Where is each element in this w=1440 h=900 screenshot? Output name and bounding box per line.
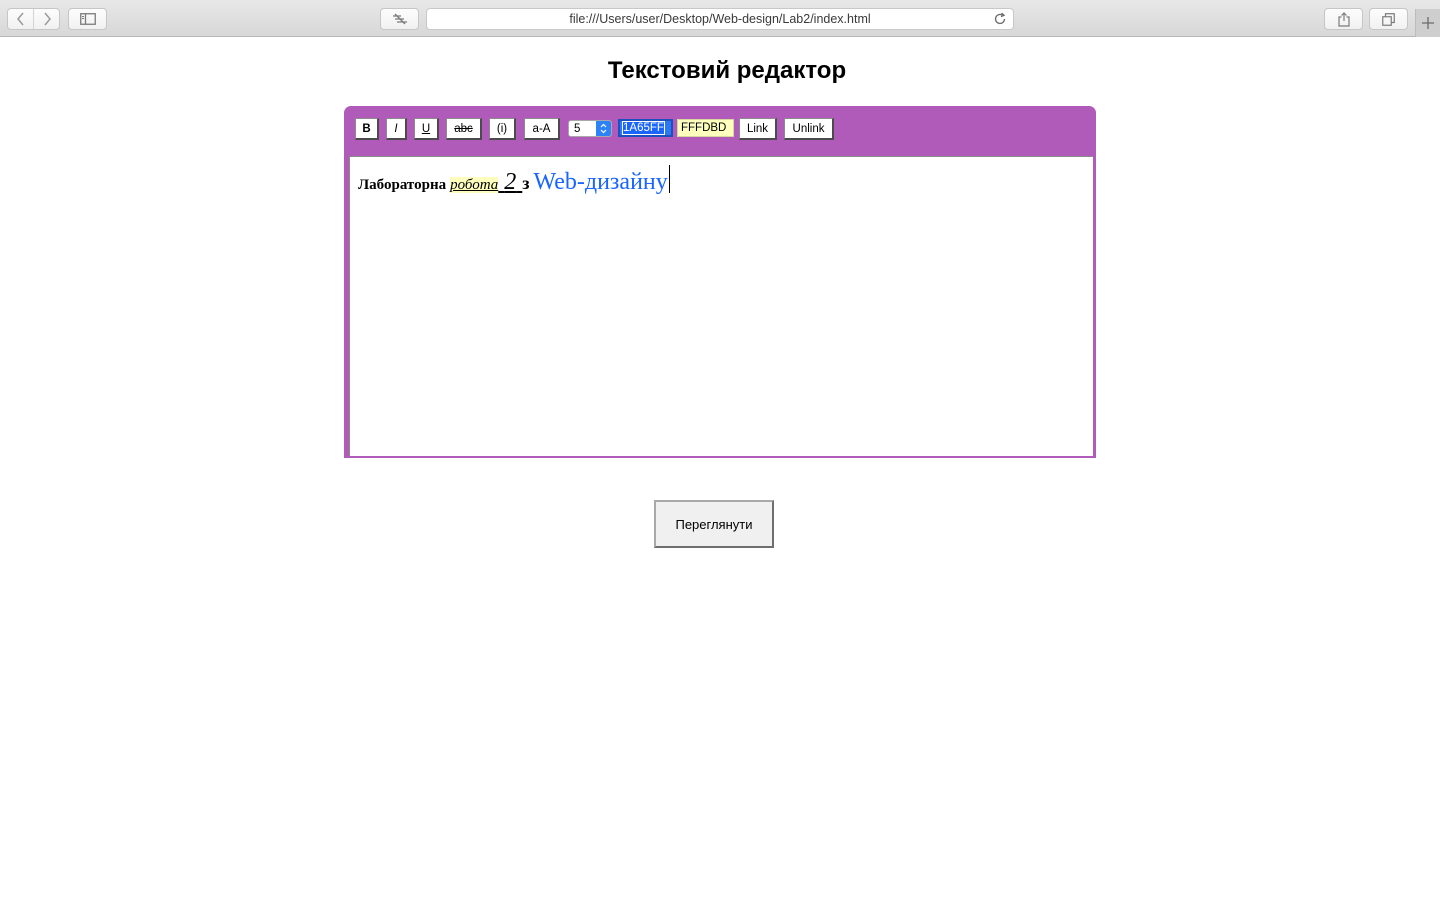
tabs-icon	[1382, 12, 1395, 26]
back-button[interactable]	[8, 9, 33, 29]
reader-icon	[392, 13, 407, 25]
nav-buttons	[7, 8, 60, 30]
chevron-left-icon	[16, 12, 24, 26]
text-editor: B I U abc (i) a-A 5 1A65FF FFFDBD Link U…	[344, 106, 1096, 458]
share-icon	[1337, 11, 1350, 27]
font-size-value: 5	[574, 122, 581, 135]
change-case-button[interactable]: a-A	[524, 118, 560, 140]
italic-button[interactable]: I	[386, 118, 407, 140]
url-text: file:///Users/user/Desktop/Web-design/La…	[569, 12, 871, 26]
reload-icon[interactable]	[993, 12, 1007, 26]
bold-button[interactable]: B	[355, 118, 379, 140]
tabs-overview-button[interactable]	[1369, 8, 1408, 30]
sidebar-button[interactable]	[68, 8, 107, 30]
page-title: Текстовий редактор	[607, 57, 847, 84]
reader-button[interactable]	[380, 8, 419, 30]
text-segment-bold-2: з	[522, 173, 530, 193]
text-caret	[668, 165, 670, 193]
info-button[interactable]: (i)	[489, 118, 516, 140]
text-segment-colored: Web-дизайну	[533, 169, 668, 195]
text-segment-bold: Лабораторна	[358, 177, 447, 193]
link-button[interactable]: Link	[739, 118, 777, 140]
strikethrough-button[interactable]: abc	[446, 118, 482, 140]
unlink-button[interactable]: Unlink	[784, 118, 834, 140]
share-button[interactable]	[1324, 8, 1363, 30]
back-color-value: FFFDBD	[681, 122, 727, 134]
forward-button[interactable]	[33, 9, 59, 29]
editor-toolbar: B I U abc (i) a-A 5 1A65FF FFFDBD Link U…	[344, 106, 1096, 156]
chevron-right-icon	[43, 12, 51, 26]
plus-icon	[1422, 17, 1434, 29]
back-color-input[interactable]: FFFDBD	[677, 119, 734, 137]
browser-toolbar: file:///Users/user/Desktop/Web-design/La…	[0, 0, 1440, 37]
address-bar[interactable]: file:///Users/user/Desktop/Web-design/La…	[426, 8, 1014, 30]
fore-color-value: 1A65FF	[622, 121, 665, 135]
font-size-select[interactable]: 5	[568, 120, 612, 137]
fore-color-input[interactable]: 1A65FF	[618, 119, 673, 137]
editable-area[interactable]: Лабораторна робота 2 з Web-дизайну	[344, 156, 1096, 458]
text-segment-large-italic: 2	[504, 169, 517, 195]
text-segment-highlighted: робота	[450, 177, 499, 193]
preview-button[interactable]: Переглянути	[654, 500, 774, 548]
select-arrows-icon	[596, 121, 611, 136]
document-text: Лабораторна робота 2 з Web-дизайну	[358, 165, 670, 196]
underline-button[interactable]: U	[414, 118, 439, 140]
new-tab-button[interactable]	[1415, 9, 1440, 37]
sidebar-icon	[79, 13, 96, 25]
